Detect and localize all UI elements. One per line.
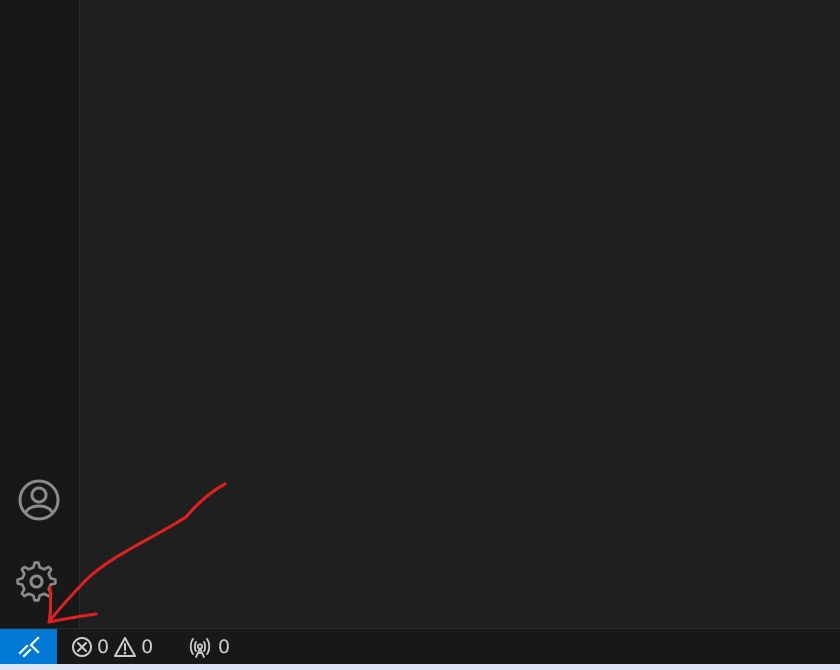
warning-count: 0 — [141, 636, 154, 658]
remote-indicator-icon — [17, 636, 40, 658]
error-count: 0 — [97, 636, 110, 658]
radio-tower-icon — [189, 638, 211, 658]
account-icon — [18, 479, 60, 521]
remote-indicator-button[interactable] — [0, 629, 57, 665]
error-icon — [72, 637, 92, 657]
status-bar: 0 0 0 — [0, 628, 840, 665]
activity-bar — [0, 0, 80, 628]
gear-icon — [16, 561, 57, 602]
ports-count: 0 — [218, 636, 231, 658]
ports-status[interactable]: 0 — [188, 634, 230, 660]
manage-button[interactable] — [16, 561, 62, 607]
editor-area — [80, 0, 840, 628]
warning-icon — [114, 637, 137, 657]
problems-status[interactable]: 0 0 — [71, 634, 153, 660]
accounts-button[interactable] — [16, 477, 62, 523]
vscode-window: 0 0 0 — [0, 0, 840, 670]
bottom-strip — [0, 664, 840, 670]
